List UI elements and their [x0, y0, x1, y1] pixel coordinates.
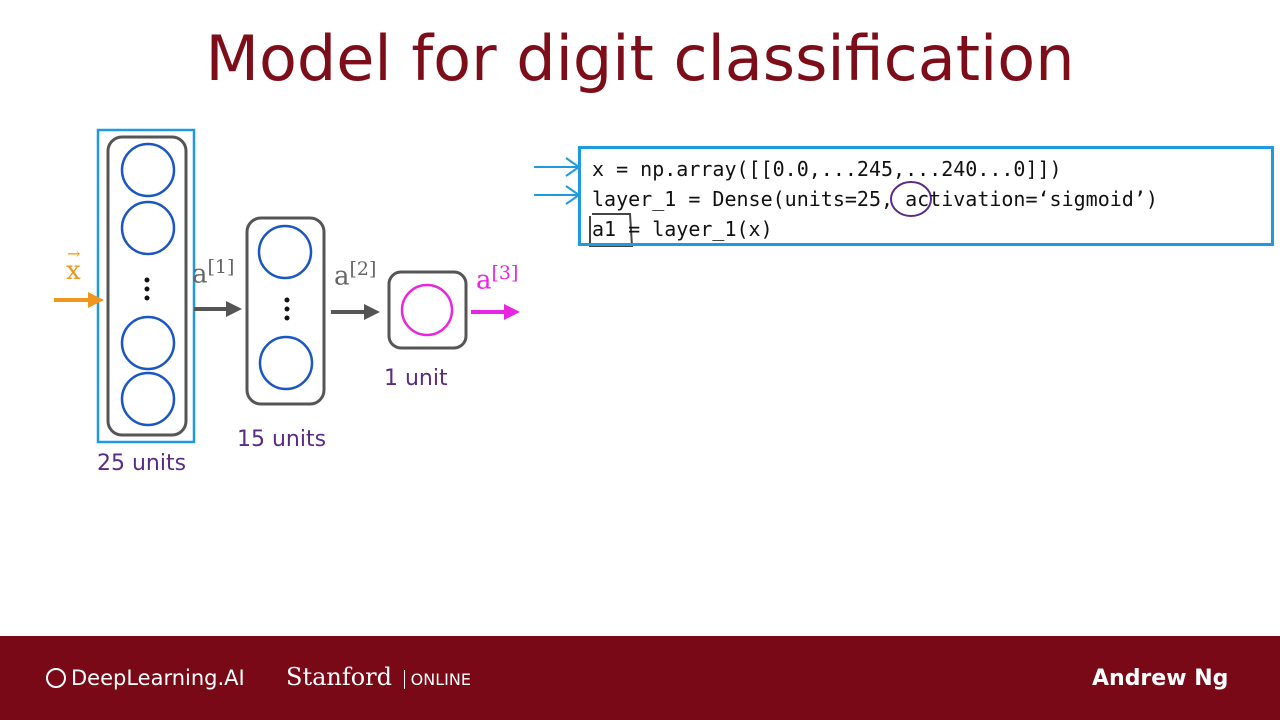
code-line-2: layer_1 = Dense(units=25, activation=‘si… — [592, 187, 1158, 211]
activation-label-3: a[3] — [476, 262, 519, 296]
layer2-units-label: 15 units — [237, 427, 327, 452]
network-diagram — [54, 128, 932, 444]
layer1-box — [106, 135, 188, 437]
ellipsis-icon — [284, 297, 290, 321]
layer1-units-label: 25 units — [97, 451, 187, 476]
layer3-units-label: 1 unit — [384, 366, 448, 391]
code-block: x = np.array([[0.0,...245,...240...0]]) … — [578, 146, 1274, 246]
layer3-box — [387, 270, 468, 350]
ellipsis-icon — [144, 277, 150, 301]
input-label: → x — [66, 244, 81, 286]
stanford-logo: Stanford ONLINE — [286, 663, 471, 691]
author-name: Andrew Ng — [1092, 666, 1229, 691]
activation-label-1: a[1] — [192, 256, 235, 290]
logo-icon — [46, 668, 66, 688]
pen-arrows — [534, 157, 581, 205]
layer1-highlight — [96, 128, 196, 444]
activation-label-2: a[2] — [334, 258, 377, 292]
footer-bar: DeepLearning.AI Stanford ONLINE Andrew N… — [0, 636, 1280, 720]
layer1-neurons — [120, 142, 176, 427]
code-line-1: x = np.array([[0.0,...245,...240...0]]) — [592, 157, 1062, 181]
output-neuron — [400, 283, 454, 337]
deeplearning-logo: DeepLearning.AI — [46, 666, 245, 690]
code-line-3: a1 = layer_1(x) — [592, 217, 773, 241]
